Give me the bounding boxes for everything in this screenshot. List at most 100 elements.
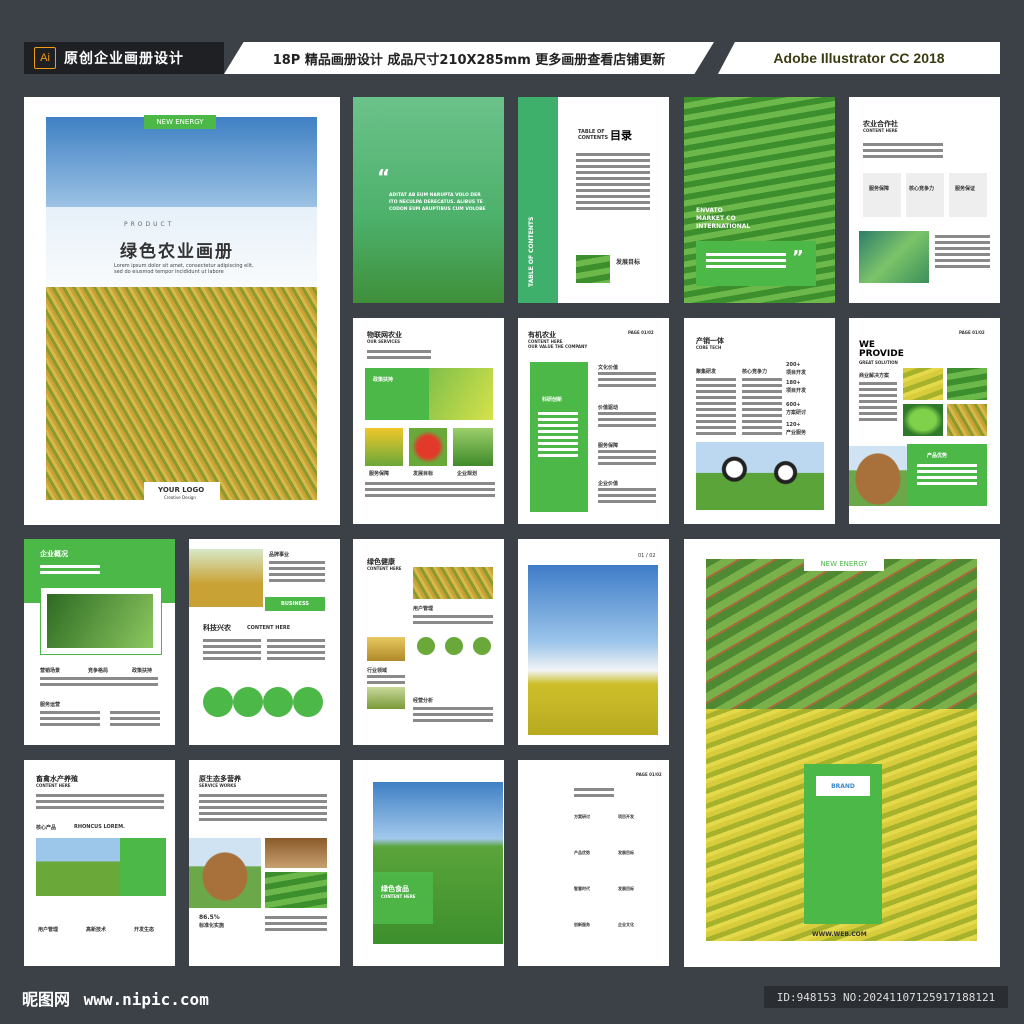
- footer-watermark: 昵图网 www.nipic.com: [22, 986, 209, 1010]
- page9-left-label: 商业解决方案: [859, 373, 890, 379]
- page12-circle-2: [445, 637, 463, 655]
- page8-lines-1: [696, 378, 736, 438]
- page6-corn-image: [365, 428, 403, 466]
- page5-item-3-label: 服务保证: [955, 186, 976, 192]
- page11-lines-2: [203, 639, 261, 663]
- page6-label-2: 发展目标: [413, 471, 434, 477]
- cover-product: PRODUCT: [124, 221, 175, 228]
- page12-label-2: 行业领域: [367, 668, 388, 674]
- header-mid-title: 18P 精品画册设计 成品尺寸210X285mm 更多画册查看店铺更新: [272, 52, 666, 68]
- page10-photo: [47, 594, 153, 648]
- page7-lines-3: [598, 450, 656, 468]
- page6-sprout-image: [453, 428, 493, 466]
- page15-icon-3: 开发生态: [134, 927, 155, 933]
- page12-sub: CONTENT HERE: [367, 566, 402, 571]
- page11-circle-3: [263, 687, 293, 717]
- page12-wheat-image: [413, 567, 493, 599]
- cover-logo: YOUR LOGO: [158, 486, 205, 494]
- page12-img-1: [367, 637, 405, 661]
- page6-sub: OUR SERVICES: [367, 339, 400, 344]
- page8-stat-3: 600+: [786, 402, 801, 408]
- page10-lines-3: [40, 711, 100, 729]
- page6-label-1: 服务保障: [369, 471, 390, 477]
- page13-page: 01 / 02: [638, 553, 656, 559]
- page18-item-7: 创新服务: [574, 922, 590, 927]
- page12-label-3: 经营分析: [413, 698, 434, 704]
- page17-title: 绿色食品: [381, 885, 409, 893]
- page7-lines-2: [598, 412, 656, 430]
- page-10: 企业概况 营销场景 竞争格局 政策扶持 服务运营: [24, 539, 175, 745]
- page16-sub: SERVICE WORKS: [199, 783, 237, 788]
- header-right-banner: Adobe Illustrator CC 2018: [718, 42, 1000, 74]
- page11-badge: BUSINESS: [265, 597, 325, 611]
- page8-lines-2: [742, 378, 782, 438]
- page-5: 农业合作社 CONTENT HERE 服务保障 核心竞争力 服务保证: [849, 97, 1000, 303]
- page7-page: PAGE 01/02: [628, 330, 654, 335]
- page7-side-label: 科研创新: [542, 397, 563, 403]
- page15-lines: [36, 794, 164, 812]
- back-url: WWW.WEB.COM: [812, 931, 867, 938]
- page-11: 品牌事业 BUSINESS 科技兴农 CONTENT HERE: [189, 539, 340, 745]
- page11-lines: [269, 561, 325, 585]
- cover-tag: NEW ENERGY: [144, 115, 216, 129]
- page8-stat-2-label: 项目开发: [786, 388, 807, 394]
- page8-stat-3-label: 方案研讨: [786, 410, 807, 416]
- header-right-title: Adobe Illustrator CC 2018: [773, 50, 945, 66]
- page8-stat-1: 200+: [786, 362, 801, 368]
- page18-item-2: 项目开发: [618, 814, 634, 819]
- page15-sub: CONTENT HERE: [36, 783, 71, 788]
- page12-circle-3: [473, 637, 491, 655]
- page10-label-3: 政策扶持: [132, 668, 153, 674]
- page5-item-2-label: 核心竞争力: [909, 186, 935, 192]
- page7-lines-4: [598, 488, 656, 506]
- back-brand: BRAND: [816, 776, 870, 796]
- page3-bottom-label: 发展目标: [616, 259, 641, 266]
- page2-quote-icon: “: [377, 165, 391, 189]
- page-6: 物联网农业 OUR SERVICES 政策扶持 服务保障 发展目标 企业规划: [353, 318, 504, 524]
- page9-badge-lines: [917, 464, 977, 488]
- page7-sub2: OUR VALUE THE COMPANY: [528, 344, 588, 349]
- page-9: WE PROVIDE GREAT SOLUTION PAGE 01/02 商业解…: [849, 318, 1000, 524]
- page9-img-4: [947, 404, 987, 436]
- page5-item-1: 服务保障: [863, 173, 901, 217]
- page17-green-box: 绿色食品 CONTENT HERE: [373, 872, 433, 924]
- page3-toc-en: TABLE OF CONTENTS: [578, 129, 609, 141]
- page16-lines: [199, 794, 327, 824]
- page9-badge: 产品优势: [927, 453, 948, 459]
- cover-logo-box: YOUR LOGO Creative Design: [144, 482, 220, 504]
- page10-label-4: 服务运营: [40, 702, 61, 708]
- page8-col2: 核心竞争力: [742, 369, 768, 375]
- page6-lines-2: [365, 482, 495, 500]
- back-green-panel: BRAND: [804, 764, 882, 924]
- page-16: 原生态多营养 SERVICE WORKS 86.5% 标准化实施: [189, 760, 340, 966]
- back-hills-image: [706, 559, 977, 709]
- page11-lines-3: [267, 639, 325, 663]
- page18-item-1: 方案研讨: [574, 814, 590, 819]
- page4-text1: ENVATO: [696, 207, 723, 214]
- page3-toc-cn: 目录: [610, 129, 632, 142]
- page15-label: 核心产品: [36, 825, 57, 831]
- page8-stat-4-label: 产业服务: [786, 430, 807, 436]
- page-back-cover: NEW ENERGY BRAND WWW.WEB.COM: [684, 539, 1000, 967]
- page12-img-2: [367, 687, 405, 709]
- page11-title: 科技兴农: [203, 624, 231, 632]
- page12-lines-3: [413, 707, 493, 725]
- page3-toc-list: [576, 153, 650, 213]
- page7-item-2: 价值驱动: [598, 405, 619, 411]
- page15-green-box: [120, 838, 166, 896]
- back-tag: NEW ENERGY: [804, 557, 884, 571]
- page10-lines-4: [110, 711, 160, 729]
- page16-cow-image: [189, 838, 261, 908]
- page7-side-box: 科研创新: [530, 362, 588, 512]
- page4-quote-icon: ”: [792, 247, 804, 268]
- page12-label-1: 用户管理: [413, 606, 434, 612]
- page4-text3: INTERNATIONAL: [696, 223, 751, 230]
- page10-label-2: 竞争格局: [88, 668, 109, 674]
- page4-lines: [706, 253, 786, 271]
- cover-lorem: Lorem ipsum dolor sit amet, consectetur …: [114, 263, 254, 275]
- page15-icon-1: 用户管理: [38, 927, 59, 933]
- page6-badge-box: 政策扶持: [365, 368, 429, 420]
- footer-url: www.nipic.com: [83, 990, 209, 1009]
- page11-label1: 品牌事业: [269, 552, 290, 558]
- page17-sub: CONTENT HERE: [381, 894, 416, 899]
